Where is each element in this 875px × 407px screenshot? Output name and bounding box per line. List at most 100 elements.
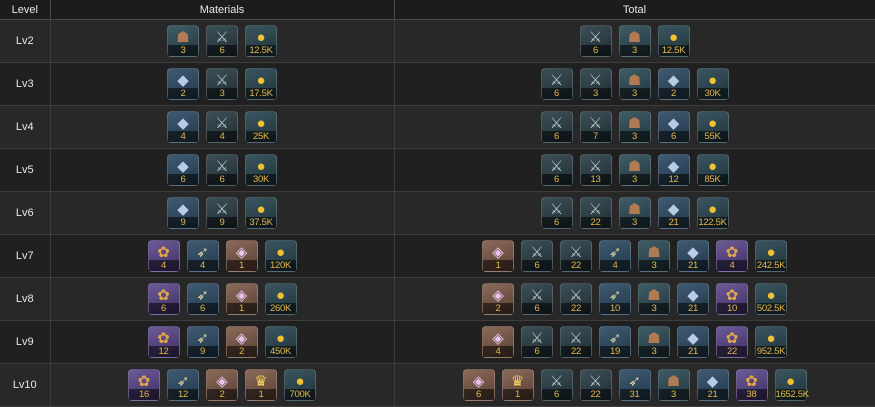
item-quantity: 6 <box>207 174 237 185</box>
table-row: Lv8 ✿ 6 ➶ 6 ◈ 1 ● 260K ◈ 2 ⚔ 6 ⚔ 22 ➶ 10 ☗ 3 ◆ 21 ✿ 10 ● 502.5K <box>0 277 875 321</box>
coin-item: ● 30K <box>696 68 729 100</box>
ore-item: ◆ 12 <box>657 154 690 186</box>
coin-item: ● 260K <box>264 283 297 315</box>
item-quantity: 22 <box>561 346 591 357</box>
gem-item: ◈ 2 <box>206 369 238 401</box>
item-quantity: 12.5K <box>658 45 689 56</box>
item-quantity: 6 <box>541 131 572 142</box>
materials-item-list: ✿ 4 ➶ 4 ◈ 1 ● 120K <box>51 240 394 272</box>
item-quantity: 37.5K <box>246 217 276 228</box>
materials-cell: ✿ 6 ➶ 6 ◈ 1 ● 260K <box>50 277 395 321</box>
item-quantity: 12 <box>168 389 198 400</box>
total-item-list: ◈ 2 ⚔ 6 ⚔ 22 ➶ 10 ☗ 3 ◆ 21 ✿ 10 ● 502.5K <box>395 283 875 315</box>
item-quantity: 3 <box>619 45 650 56</box>
ore-item: ◆ 2 <box>167 68 199 100</box>
pelt-item: ☗ 3 <box>167 25 199 57</box>
ore-item: ◆ 2 <box>657 68 690 100</box>
item-quantity: 3 <box>619 88 650 99</box>
item-quantity: 9 <box>168 217 198 228</box>
materials-item-list: ◆ 6 ⚔ 6 ● 30K <box>51 154 394 186</box>
item-quantity: 17.5K <box>246 88 276 99</box>
table-row: Lv5 ◆ 6 ⚔ 6 ● 30K ⚔ 6 ⚔ 13 ☗ 3 ◆ 12 ● 85K <box>0 148 875 192</box>
item-quantity: 1 <box>226 303 257 314</box>
table-row: Lv10 ✿ 16 ➶ 12 ◈ 2 ♛ 1 ● 700K ◈ 6 ♛ 1 ⚔ 6 ⚔ 22 ➶ 31 ☗ 3 ◆ 21 ✿ 38 ●… <box>0 363 875 407</box>
header-level: Level <box>0 0 51 20</box>
materials-cell: ◆ 6 ⚔ 6 ● 30K <box>50 148 395 192</box>
crown-item: ♛ 1 <box>501 369 534 401</box>
mane-item: ✿ 38 <box>735 369 768 401</box>
materials-item-list: ✿ 12 ➶ 9 ◈ 2 ● 450K <box>51 326 394 358</box>
item-quantity: 502.5K <box>756 303 786 314</box>
item-quantity: 21 <box>678 346 708 357</box>
item-quantity: 30K <box>697 88 728 99</box>
item-quantity: 2 <box>207 389 237 400</box>
item-quantity: 4 <box>600 260 630 271</box>
blade-item: ⚔ 22 <box>560 240 592 272</box>
gem-item: ◈ 2 <box>225 326 258 358</box>
blade-item: ⚔ 6 <box>579 25 612 57</box>
item-quantity: 31 <box>619 389 650 400</box>
total-cell: ◈ 1 ⚔ 6 ⚔ 22 ➶ 4 ☗ 3 ◆ 21 ✿ 4 ● 242.5K <box>394 234 875 278</box>
level-cell: Lv4 <box>0 105 51 149</box>
materials-cell: ☗ 3 ⚔ 6 ● 12.5K <box>50 19 395 63</box>
ore-item: ◆ 21 <box>696 369 729 401</box>
item-quantity: 122.5K <box>697 217 728 228</box>
materials-item-list: ✿ 16 ➶ 12 ◈ 2 ♛ 1 ● 700K <box>51 369 394 401</box>
blade-item: ⚔ 6 <box>540 197 573 229</box>
table-row: Lv2 ☗ 3 ⚔ 6 ● 12.5K ⚔ 6 ☗ 3 ● 12.5K <box>0 19 875 63</box>
mane-item: ✿ 6 <box>147 283 180 315</box>
item-quantity: 22 <box>717 346 747 357</box>
total-cell: ◈ 4 ⚔ 6 ⚔ 22 ➶ 19 ☗ 3 ◆ 21 ✿ 22 ● 952.5K <box>394 320 875 364</box>
item-quantity: 12 <box>148 346 179 357</box>
ore-item: ◆ 4 <box>167 111 199 143</box>
pelt-item: ☗ 3 <box>638 326 670 358</box>
level-cell: Lv9 <box>0 320 51 364</box>
item-quantity: 7 <box>580 131 611 142</box>
item-quantity: 4 <box>187 260 218 271</box>
mane-item: ✿ 10 <box>716 283 748 315</box>
total-item-list: ◈ 1 ⚔ 6 ⚔ 22 ➶ 4 ☗ 3 ◆ 21 ✿ 4 ● 242.5K <box>395 240 875 272</box>
item-quantity: 2 <box>483 303 513 314</box>
item-quantity: 21 <box>678 260 708 271</box>
coin-item: ● 952.5K <box>755 326 787 358</box>
fang-item: ➶ 9 <box>186 326 219 358</box>
blade-item: ⚔ 22 <box>579 197 612 229</box>
item-quantity: 6 <box>541 88 572 99</box>
blade-item: ⚔ 7 <box>579 111 612 143</box>
level-cell: Lv3 <box>0 62 51 106</box>
coin-item: ● 1652.5K <box>774 369 809 401</box>
item-quantity: 952.5K <box>756 346 786 357</box>
table-row: Lv3 ◆ 2 ⚔ 3 ● 17.5K ⚔ 6 ⚔ 3 ☗ 3 ◆ 2 ● 30K <box>0 62 875 106</box>
item-quantity: 13 <box>580 174 611 185</box>
item-quantity: 22 <box>580 217 611 228</box>
blade-item: ⚔ 3 <box>206 68 238 100</box>
blade-item: ⚔ 9 <box>206 197 238 229</box>
fang-item: ➶ 10 <box>599 283 631 315</box>
coin-item: ● 37.5K <box>245 197 277 229</box>
total-cell: ◈ 2 ⚔ 6 ⚔ 22 ➶ 10 ☗ 3 ◆ 21 ✿ 10 ● 502.5K <box>394 277 875 321</box>
mane-item: ✿ 22 <box>716 326 748 358</box>
item-quantity: 21 <box>658 217 689 228</box>
blade-item: ⚔ 6 <box>206 25 238 57</box>
crown-item: ♛ 1 <box>245 369 277 401</box>
item-quantity: 6 <box>522 260 552 271</box>
item-quantity: 21 <box>678 303 708 314</box>
item-quantity: 6 <box>541 389 572 400</box>
item-quantity: 55K <box>697 131 728 142</box>
pelt-item: ☗ 3 <box>657 369 690 401</box>
item-quantity: 16 <box>129 389 159 400</box>
item-quantity: 6 <box>207 45 237 56</box>
gem-item: ◈ 1 <box>225 240 258 272</box>
item-quantity: 120K <box>265 260 296 271</box>
total-cell: ⚔ 6 ⚔ 13 ☗ 3 ◆ 12 ● 85K <box>394 148 875 192</box>
total-cell: ⚔ 6 ⚔ 7 ☗ 3 ◆ 6 ● 55K <box>394 105 875 149</box>
coin-item: ● 12.5K <box>245 25 277 57</box>
item-quantity: 4 <box>483 346 513 357</box>
item-quantity: 6 <box>541 174 572 185</box>
coin-item: ● 12.5K <box>657 25 690 57</box>
coin-item: ● 120K <box>264 240 297 272</box>
level-cell: Lv10 <box>0 363 51 407</box>
item-quantity: 3 <box>658 389 689 400</box>
table-row: Lv6 ◆ 9 ⚔ 9 ● 37.5K ⚔ 6 ⚔ 22 ☗ 3 ◆ 21 ● 122.5K <box>0 191 875 235</box>
mane-item: ✿ 4 <box>147 240 180 272</box>
